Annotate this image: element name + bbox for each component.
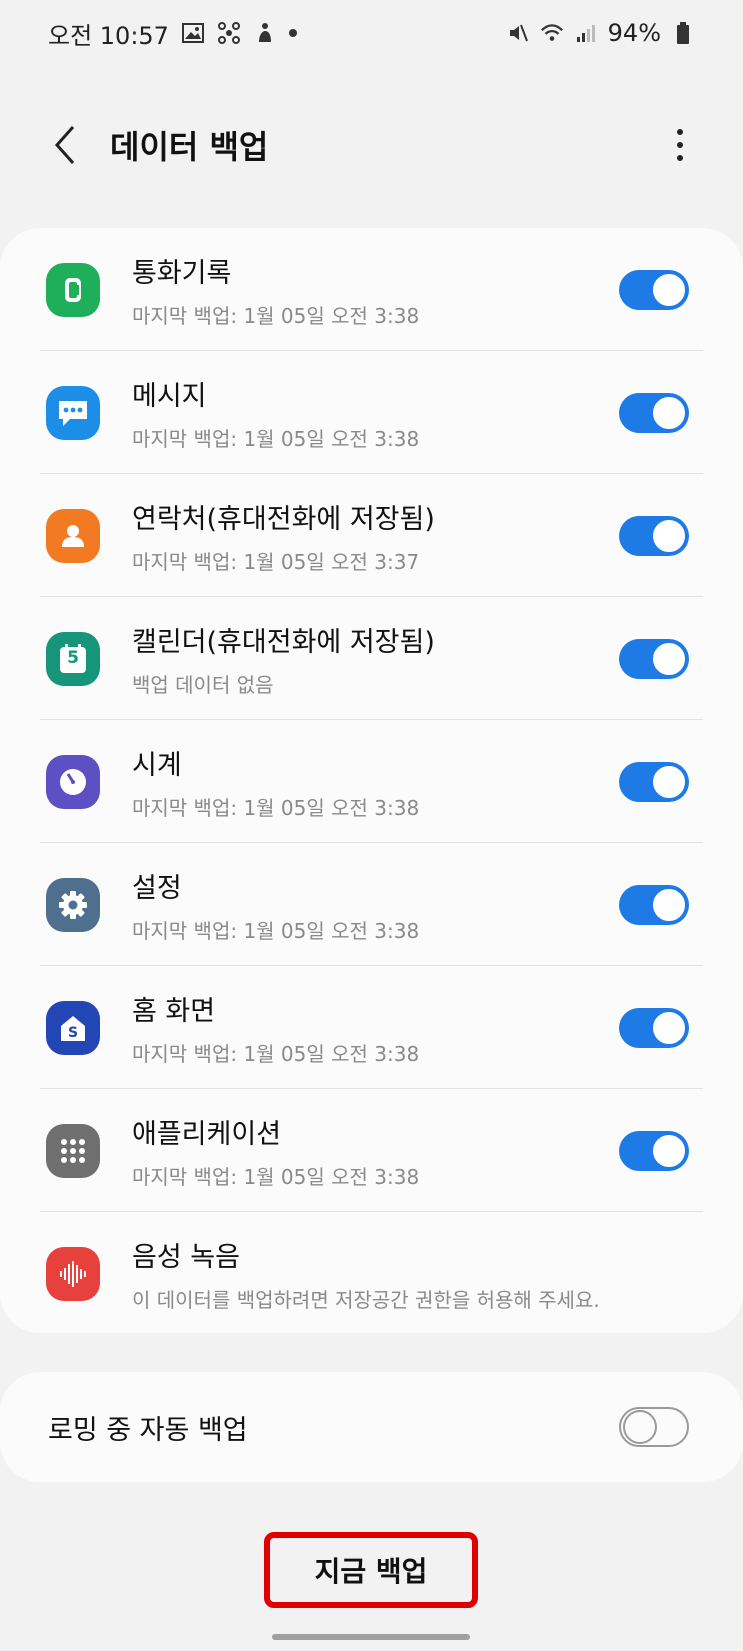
backup-items-card: 통화기록 마지막 백업: 1월 05일 오전 3:38 메시지 마지막 백업: … — [0, 228, 743, 1333]
toggle-knob — [651, 1132, 687, 1169]
contact-icon — [46, 508, 100, 563]
status-right: 94% — [506, 19, 695, 47]
app-bar: 데이터 백업 — [0, 100, 743, 190]
roaming-toggle[interactable] — [619, 1407, 689, 1447]
item-text: 캘린더(휴대전화에 저장됨) 백업 데이터 없음 — [132, 620, 435, 698]
roaming-label: 로밍 중 자동 백업 — [48, 1414, 248, 1446]
item-text: 음성 녹음 이 데이터를 백업하려면 저장공간 권한을 허용해 주세요. — [132, 1235, 600, 1313]
backup-toggle[interactable] — [619, 1007, 689, 1048]
backup-toggle[interactable] — [619, 515, 689, 556]
item-label: 설정 — [132, 872, 182, 904]
item-label: 시계 — [132, 749, 182, 781]
toggle-knob — [651, 763, 687, 800]
toggle-knob — [651, 517, 687, 554]
toggle-knob — [651, 886, 687, 923]
item-label: 음성 녹음 — [132, 1241, 240, 1273]
item-label: 홈 화면 — [132, 995, 216, 1027]
backup-toggle[interactable] — [619, 884, 689, 925]
list-item-home-screen[interactable]: S 홈 화면 마지막 백업: 1월 05일 오전 3:38 — [0, 966, 743, 1089]
list-item-messages[interactable]: 메시지 마지막 백업: 1월 05일 오전 3:38 — [0, 351, 743, 474]
calendar-icon: 5 — [46, 631, 100, 686]
gesture-nav-handle[interactable] — [272, 1634, 470, 1640]
item-subtitle: 이 데이터를 백업하려면 저장공간 권한을 허용해 주세요. — [132, 1287, 600, 1312]
status-left: 오전 10:57 — [48, 16, 297, 51]
item-subtitle: 마지막 백업: 1월 05일 오전 3:38 — [132, 795, 420, 820]
item-text: 애플리케이션 마지막 백업: 1월 05일 오전 3:38 — [132, 1112, 419, 1190]
toggle-knob — [651, 394, 687, 431]
item-text: 설정 마지막 백업: 1월 05일 오전 3:38 — [132, 866, 419, 944]
message-icon — [46, 385, 100, 440]
backup-toggle[interactable] — [619, 638, 689, 679]
item-subtitle: 마지막 백업: 1월 05일 오전 3:38 — [132, 918, 420, 943]
item-label: 연락처(휴대전화에 저장됨) — [132, 503, 435, 535]
backup-now-button[interactable]: 지금 백업 — [264, 1532, 478, 1608]
item-subtitle: 마지막 백업: 1월 05일 오전 3:38 — [132, 426, 420, 451]
item-subtitle: 마지막 백업: 1월 05일 오전 3:37 — [132, 549, 420, 574]
item-label: 통화기록 — [132, 257, 232, 289]
item-subtitle: 마지막 백업: 1월 05일 오전 3:38 — [132, 1041, 420, 1066]
backup-toggle[interactable] — [619, 392, 689, 433]
roaming-card: 로밍 중 자동 백업 — [0, 1372, 743, 1482]
accessibility-icon — [253, 21, 277, 45]
clock-icon — [46, 754, 100, 809]
item-label: 캘린더(휴대전화에 저장됨) — [132, 626, 435, 658]
signal-icon — [574, 21, 598, 45]
more-dot — [677, 155, 683, 161]
item-text: 통화기록 마지막 백업: 1월 05일 오전 3:38 — [132, 251, 419, 329]
gallery-icon — [181, 21, 205, 45]
list-item-settings[interactable]: 설정 마지막 백업: 1월 05일 오전 3:38 — [0, 843, 743, 966]
status-time: 오전 10:57 — [48, 21, 169, 50]
wifi-icon — [540, 21, 564, 45]
backup-toggle[interactable] — [619, 1130, 689, 1171]
gear-icon — [46, 877, 100, 932]
apps-grid-icon — [46, 1123, 100, 1178]
toggle-knob — [651, 1009, 687, 1046]
battery-icon — [671, 21, 695, 45]
list-item-applications[interactable]: 애플리케이션 마지막 백업: 1월 05일 오전 3:38 — [0, 1089, 743, 1212]
list-item-clock[interactable]: 시계 마지막 백업: 1월 05일 오전 3:38 — [0, 720, 743, 843]
toggle-knob — [651, 271, 687, 308]
toggle-knob — [623, 1410, 657, 1444]
svg-text:S: S — [68, 1025, 78, 1041]
item-subtitle: 마지막 백업: 1월 05일 오전 3:38 — [132, 1164, 420, 1189]
item-label: 애플리케이션 — [132, 1118, 282, 1150]
item-text: 연락처(휴대전화에 저장됨) 마지막 백업: 1월 05일 오전 3:37 — [132, 497, 435, 575]
more-dot — [677, 142, 683, 148]
mute-icon — [506, 21, 530, 45]
item-text: 메시지 마지막 백업: 1월 05일 오전 3:38 — [132, 374, 419, 452]
backup-toggle[interactable] — [619, 761, 689, 802]
backup-toggle[interactable] — [619, 269, 689, 310]
list-item-contacts[interactable]: 연락처(휴대전화에 저장됨) 마지막 백업: 1월 05일 오전 3:37 — [0, 474, 743, 597]
home-screen-icon: S — [46, 1000, 100, 1055]
calendar-day-number: 5 — [67, 647, 79, 668]
battery-percent: 94% — [607, 19, 661, 47]
list-item-voice-recorder[interactable]: 음성 녹음 이 데이터를 백업하려면 저장공간 권한을 허용해 주세요. — [0, 1212, 743, 1335]
more-dot — [677, 129, 683, 135]
page-title: 데이터 백업 — [110, 128, 269, 166]
bixby-routine-icon — [217, 21, 241, 45]
list-item-call-log[interactable]: 통화기록 마지막 백업: 1월 05일 오전 3:38 — [0, 228, 743, 351]
back-button[interactable] — [40, 118, 90, 172]
toggle-knob — [651, 640, 687, 677]
roaming-auto-backup-row[interactable]: 로밍 중 자동 백업 — [0, 1372, 743, 1482]
item-subtitle: 마지막 백업: 1월 05일 오전 3:38 — [132, 303, 420, 328]
status-bar: 오전 10:57 94% — [0, 0, 743, 66]
phone-icon — [46, 262, 100, 317]
voice-recorder-icon — [46, 1246, 100, 1301]
notification-dot-icon — [288, 29, 297, 37]
item-label: 메시지 — [132, 380, 207, 412]
chevron-left-icon — [54, 126, 75, 164]
item-subtitle: 백업 데이터 없음 — [132, 672, 274, 697]
item-text: 시계 마지막 백업: 1월 05일 오전 3:38 — [132, 743, 419, 821]
item-text: 홈 화면 마지막 백업: 1월 05일 오전 3:38 — [132, 989, 419, 1067]
list-item-calendar[interactable]: 5 캘린더(휴대전화에 저장됨) 백업 데이터 없음 — [0, 597, 743, 720]
more-options-button[interactable] — [665, 120, 695, 170]
